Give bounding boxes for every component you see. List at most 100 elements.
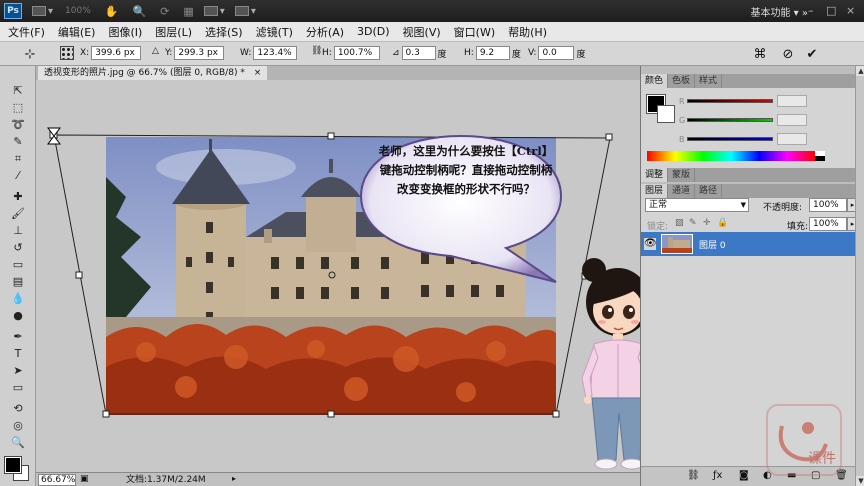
left-center-handle[interactable] xyxy=(75,271,83,279)
tab-swatches[interactable]: 色板 xyxy=(668,74,696,88)
path-select-tool-icon[interactable]: ➤ xyxy=(9,364,27,378)
workspace-switcher[interactable]: 基本功能 ▾ » xyxy=(751,4,809,19)
bottom-center-handle[interactable] xyxy=(327,410,335,418)
scroll-up-icon[interactable]: ▲ xyxy=(856,66,864,76)
layer-name[interactable]: 图层 0 xyxy=(699,238,726,251)
marquee-tool-icon[interactable]: ⬚ xyxy=(9,101,27,115)
gradient-tool-icon[interactable]: ▤ xyxy=(9,275,27,289)
menu-help[interactable]: 帮助(H) xyxy=(508,24,547,40)
x-position-input[interactable]: 399.6 px xyxy=(91,46,142,60)
lock-position-icon[interactable]: ✛ xyxy=(703,218,711,228)
y-position-input[interactable]: 299.3 px xyxy=(174,46,225,60)
lock-transparency-icon[interactable]: ▨ xyxy=(675,218,684,228)
menu-view[interactable]: 视图(V) xyxy=(403,24,441,40)
relative-position-icon[interactable]: △ xyxy=(152,46,159,56)
tab-adjustments[interactable]: 调整 xyxy=(641,168,669,182)
lasso-tool-icon[interactable]: ➰ xyxy=(9,118,27,132)
status-menu-arrow-icon[interactable]: ▸ xyxy=(232,474,236,483)
document-canvas[interactable]: 老师，这里为什么要按住【Ctrl】键拖动控制柄呢？直接拖动控制柄改变变换框的形状… xyxy=(36,80,640,472)
menu-analysis[interactable]: 分析(A) xyxy=(306,24,344,40)
hand-tool-icon[interactable]: ✋ xyxy=(105,5,119,18)
close-tab-icon[interactable]: × xyxy=(254,68,262,78)
link-layers-icon[interactable]: ⛓ xyxy=(687,470,700,481)
document-tab[interactable]: 透视变形的照片.jpg @ 66.7% (图层 0, RGB/8) * × xyxy=(38,66,268,80)
top-center-handle[interactable] xyxy=(327,132,335,140)
bottom-left-handle[interactable] xyxy=(102,410,110,418)
clone-stamp-tool-icon[interactable]: ⊥ xyxy=(9,224,27,238)
eraser-tool-icon[interactable]: ▭ xyxy=(9,258,27,272)
status-zoom-input[interactable]: 66.67% xyxy=(38,474,76,486)
commit-transform-icon[interactable]: ✔ xyxy=(804,46,820,62)
reference-point-grid[interactable] xyxy=(60,46,74,60)
rotate-input[interactable]: 0.3 xyxy=(401,46,436,60)
red-value-input[interactable] xyxy=(777,95,807,107)
tab-paths[interactable]: 路径 xyxy=(695,184,723,198)
launch-bridge-button[interactable]: ▾ xyxy=(32,6,53,17)
lock-image-icon[interactable]: ✎ xyxy=(689,218,697,228)
menu-select[interactable]: 选择(S) xyxy=(205,24,243,40)
menu-image[interactable]: 图像(I) xyxy=(108,24,142,40)
minimize-button[interactable]: – xyxy=(808,4,814,17)
blue-value-input[interactable] xyxy=(777,133,807,145)
tab-masks[interactable]: 蒙版 xyxy=(668,168,696,182)
lock-all-icon[interactable]: 🔒 xyxy=(717,218,728,228)
layer-row[interactable]: 👁 图层 0 xyxy=(641,232,855,256)
healing-brush-tool-icon[interactable]: ✚ xyxy=(9,190,27,204)
link-aspect-icon[interactable]: ⛓ xyxy=(311,46,322,56)
fill-input[interactable]: 100% ▸ xyxy=(809,217,858,231)
green-slider[interactable]: G xyxy=(679,114,807,126)
crop-tool-icon[interactable]: ⌗ xyxy=(9,152,27,166)
menu-file[interactable]: 文件(F) xyxy=(8,24,45,40)
menu-3d[interactable]: 3D(D) xyxy=(357,25,390,38)
menu-edit[interactable]: 编辑(E) xyxy=(58,24,96,40)
eye-icon[interactable]: 👁 xyxy=(644,238,657,250)
width-input[interactable]: 123.4% xyxy=(253,46,298,60)
layer-style-icon[interactable]: ƒx xyxy=(713,470,722,481)
type-tool-icon[interactable]: T xyxy=(9,347,27,361)
warp-mode-icon[interactable]: ⌘ xyxy=(752,46,768,62)
history-brush-tool-icon[interactable]: ↺ xyxy=(9,241,27,255)
blue-track[interactable] xyxy=(687,137,773,141)
grid-icon[interactable]: ▦ xyxy=(183,5,193,18)
bottom-right-handle[interactable] xyxy=(552,410,560,418)
height-input[interactable]: 100.7% xyxy=(333,46,380,60)
rotate-view-icon[interactable]: ⟳ xyxy=(160,5,169,18)
green-value-input[interactable] xyxy=(777,114,807,126)
menu-filter[interactable]: 滤镜(T) xyxy=(256,24,293,40)
blur-tool-icon[interactable]: 💧 xyxy=(9,292,27,306)
horizontal-skew-input[interactable]: 9.2 xyxy=(475,46,510,60)
color-background-swatch[interactable] xyxy=(657,105,675,123)
close-button[interactable]: × xyxy=(846,4,855,17)
eyedropper-tool-icon[interactable]: ⁄ xyxy=(9,169,27,183)
tab-channels[interactable]: 通道 xyxy=(668,184,696,198)
tab-color[interactable]: 颜色 xyxy=(641,74,669,88)
menu-window[interactable]: 窗口(W) xyxy=(454,24,495,40)
screen-mode-button[interactable]: ▾ xyxy=(234,6,256,17)
blue-slider[interactable]: B xyxy=(679,133,807,145)
red-slider[interactable]: R xyxy=(679,95,807,107)
arrange-documents-button[interactable]: ▾ xyxy=(203,6,225,17)
shape-tool-icon[interactable]: ▭ xyxy=(9,381,27,395)
zoom-tool-icon[interactable]: 🔍 xyxy=(132,5,146,18)
cancel-transform-icon[interactable]: ⊘ xyxy=(780,46,796,62)
zoom-level-dropdown[interactable]: 100% xyxy=(65,6,91,16)
red-track[interactable] xyxy=(687,99,773,103)
blend-mode-select[interactable]: 正常 ▼ xyxy=(645,198,749,212)
color-spectrum-bar[interactable] xyxy=(647,151,815,161)
green-track[interactable] xyxy=(687,118,773,122)
move-tool-icon[interactable]: ⇱ xyxy=(9,84,27,98)
panel-scrollbar[interactable]: ▲ ▼ xyxy=(855,66,864,486)
opacity-input[interactable]: 100% ▸ xyxy=(809,198,858,212)
pen-tool-icon[interactable]: ✒ xyxy=(9,330,27,344)
scroll-down-icon[interactable]: ▼ xyxy=(856,476,864,486)
status-icon[interactable]: ▣ xyxy=(80,474,89,484)
vertical-skew-input[interactable]: 0.0 xyxy=(538,46,575,60)
tab-layers[interactable]: 图层 xyxy=(641,184,669,198)
3d-orbit-tool-icon[interactable]: ◎ xyxy=(9,419,27,433)
brush-tool-icon[interactable]: 🖌 xyxy=(9,207,27,221)
zoom-tool-icon[interactable]: 🔍 xyxy=(9,436,27,450)
menu-layer[interactable]: 图层(L) xyxy=(155,24,192,40)
foreground-color-swatch[interactable] xyxy=(5,457,21,473)
top-right-handle[interactable] xyxy=(605,133,613,141)
restore-button[interactable]: □ xyxy=(826,4,836,17)
